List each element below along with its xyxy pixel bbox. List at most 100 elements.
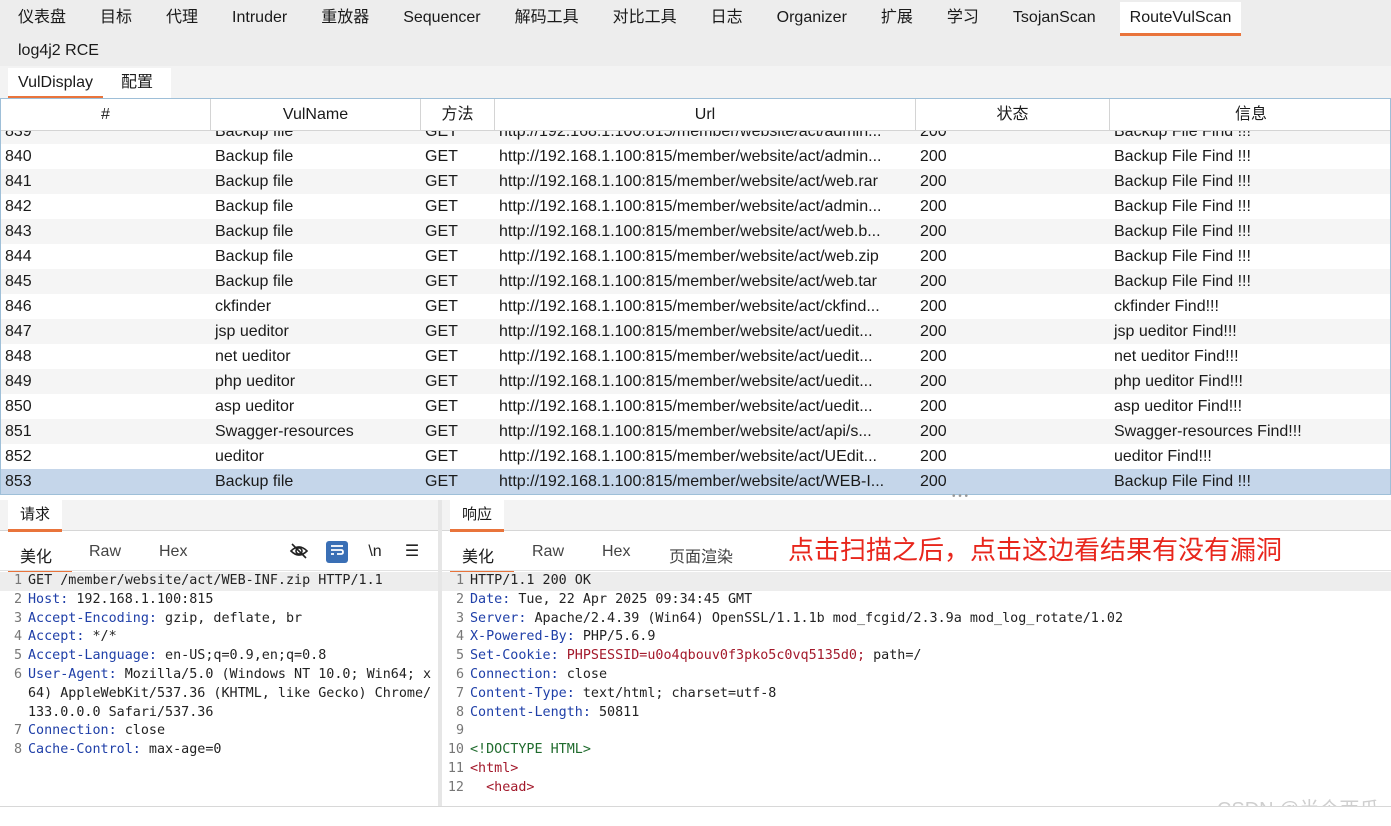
table-row[interactable]: 844 Backup file GET http://192.168.1.100:81… [1, 244, 1390, 269]
cell-name: Backup file [215, 248, 294, 265]
table-row[interactable]: 847 jsp ueditor GET http://192.168.1.100:81… [1, 319, 1390, 344]
table-row[interactable]: 846 ckfinder GET http://192.168.1.100:815/m… [1, 294, 1390, 319]
table-row[interactable]: 841 Backup file GET http://192.168.1.100:81… [1, 169, 1390, 194]
cell-method: GET [425, 173, 458, 190]
top-tab-item[interactable]: Intruder [222, 2, 297, 34]
wrap-lines-icon[interactable] [326, 541, 348, 563]
cell-info: net ueditor Find!!! [1114, 348, 1239, 365]
column-header-vulname[interactable]: VulName [211, 99, 421, 130]
cell-method: GET [425, 223, 458, 240]
top-tab-item[interactable]: Organizer [767, 2, 857, 34]
tab-config[interactable]: 配置 [103, 68, 172, 98]
header-value: close [558, 666, 608, 682]
top-tab-item[interactable]: 重放器 [311, 2, 379, 34]
code-line: 7 Content-Type: text/html; charset=utf-8 [442, 685, 1391, 704]
table-row[interactable]: 849 php ueditor GET http://192.168.1.100:81… [1, 369, 1390, 394]
top-tab-item[interactable]: RouteVulScan [1119, 2, 1242, 36]
column-header-method[interactable]: 方法 [421, 99, 495, 130]
table-row[interactable]: 852 ueditor GET http://192.168.1.100:815/me… [1, 444, 1390, 469]
top-tab-bar: 仪表盘 目标 代理 Intruder 重放器 Sequencer 解码工具 对比工具 日志 Org… [0, 0, 1391, 66]
header-value: */* [84, 629, 117, 645]
cell-status: 200 [920, 398, 947, 415]
cell-status: 200 [920, 473, 947, 490]
line-content: Set-Cookie: PHPSESSID=u0o4qbouv0f3pko5c0… [470, 647, 1391, 666]
top-tab-item[interactable]: TsojanScan [1003, 2, 1106, 34]
top-tab-item[interactable]: 代理 [156, 2, 208, 34]
table-row[interactable]: 850 asp ueditor GET http://192.168.1.100:81… [1, 394, 1390, 419]
table-row[interactable]: 853 Backup file GET http://192.168.1.100:81… [1, 469, 1390, 494]
response-tab-raw[interactable]: Raw [532, 543, 564, 561]
cell-id: 846 [5, 298, 32, 315]
table-row[interactable]: 851 Swagger-resources GET http://192.168.1.… [1, 419, 1390, 444]
header-value: en-US;q=0.9,en;q=0.8 [157, 648, 327, 664]
response-title: 响应 [450, 500, 505, 532]
newline-icon[interactable]: \n [364, 541, 386, 563]
response-editor[interactable]: 1 HTTP/1.1 200 OK 2 Date: Tue, 22 Apr 2025 … [442, 572, 1391, 806]
top-tab-item[interactable]: 解码工具 [505, 2, 589, 34]
line-number: 7 [13, 723, 22, 739]
response-tab-pretty[interactable]: 美化 [449, 543, 515, 574]
cell-id: 850 [5, 398, 32, 415]
cell-url: http://192.168.1.100:815/member/website/… [499, 398, 873, 415]
cell-id: 843 [5, 223, 32, 240]
request-tab-hex[interactable]: Hex [159, 543, 187, 561]
line-content: <html> [470, 760, 1391, 779]
request-tab-raw[interactable]: Raw [89, 543, 121, 561]
top-tab-item[interactable]: 日志 [701, 2, 753, 34]
top-tab-item[interactable]: 对比工具 [603, 2, 687, 34]
tab-vuldisplay[interactable]: VulDisplay [8, 68, 103, 99]
line-number: 9 [455, 723, 464, 739]
header-key: Set-Cookie: [470, 648, 559, 664]
cell-method: GET [425, 473, 458, 490]
top-tab-item[interactable]: 目标 [90, 2, 142, 34]
request-tab-pretty[interactable]: 美化 [7, 543, 73, 574]
cell-name: Backup file [215, 148, 294, 165]
cell-info: Backup File Find !!! [1114, 473, 1251, 490]
top-tab-item[interactable]: 仪表盘 [8, 2, 76, 34]
header-value: 50811 [590, 704, 640, 720]
table-row[interactable]: 842 Backup file GET http://192.168.1.100:81… [1, 194, 1390, 219]
cell-url: http://192.168.1.100:815/member/website/… [499, 348, 873, 365]
hide-eye-icon[interactable] [288, 541, 310, 563]
top-tab-item[interactable]: Sequencer [393, 2, 490, 34]
header-key: Accept: [28, 629, 85, 645]
line-number: 7 [455, 685, 464, 701]
cell-id: 845 [5, 273, 32, 290]
top-tab-item[interactable]: 扩展 [871, 2, 923, 34]
response-tab-render[interactable]: 页面渲染 [669, 543, 733, 567]
line-content: <!DOCTYPE HTML> [470, 741, 1391, 760]
line-number: 2 [13, 591, 22, 607]
column-header-url[interactable]: Url [495, 99, 916, 130]
table-row[interactable]: 843 Backup file GET http://192.168.1.100:81… [1, 219, 1390, 244]
code-line: 2 Host: 192.168.1.100:815 [0, 591, 438, 610]
line-number: 3 [13, 610, 22, 626]
code-line: 4 X-Powered-By: PHP/5.6.9 [442, 628, 1391, 647]
header-key: Accept-Encoding: [28, 610, 157, 626]
header-value: HTTP/1.1 200 OK [470, 573, 591, 588]
cell-status: 200 [920, 173, 947, 190]
column-header-info[interactable]: 信息 [1110, 99, 1390, 130]
cell-id: 847 [5, 323, 32, 340]
column-header-id[interactable]: # [1, 99, 211, 130]
table-row[interactable]: 848 net ueditor GET http://192.168.1.100:81… [1, 344, 1390, 369]
line-number: 8 [13, 742, 22, 758]
cell-status: 200 [920, 223, 947, 240]
line-number: 12 [447, 779, 464, 795]
cell-id: 844 [5, 248, 32, 265]
request-editor[interactable]: 1 GET /member/website/act/WEB-INF.zip HTT… [0, 572, 438, 806]
cell-status: 200 [920, 323, 947, 340]
cell-url: http://192.168.1.100:815/member/website/… [499, 273, 878, 290]
cell-name: Backup file [215, 198, 294, 215]
response-tab-hex[interactable]: Hex [602, 543, 630, 561]
menu-icon[interactable]: ☰ [401, 541, 423, 563]
top-tab-item[interactable]: 学习 [937, 2, 989, 34]
table-row[interactable]: 840 Backup file GET http://192.168.1.100:81… [1, 144, 1390, 169]
column-header-status[interactable]: 状态 [916, 99, 1110, 130]
cell-name: ueditor [215, 448, 264, 465]
cell-info: php ueditor Find!!! [1114, 373, 1243, 390]
cell-method: GET [425, 148, 458, 165]
cell-info: Backup File Find !!! [1114, 148, 1251, 165]
tab-log4j2-rce[interactable]: log4j2 RCE [8, 35, 109, 67]
cell-name: ckfinder [215, 298, 272, 315]
table-row[interactable]: 845 Backup file GET http://192.168.1.100:81… [1, 269, 1390, 294]
